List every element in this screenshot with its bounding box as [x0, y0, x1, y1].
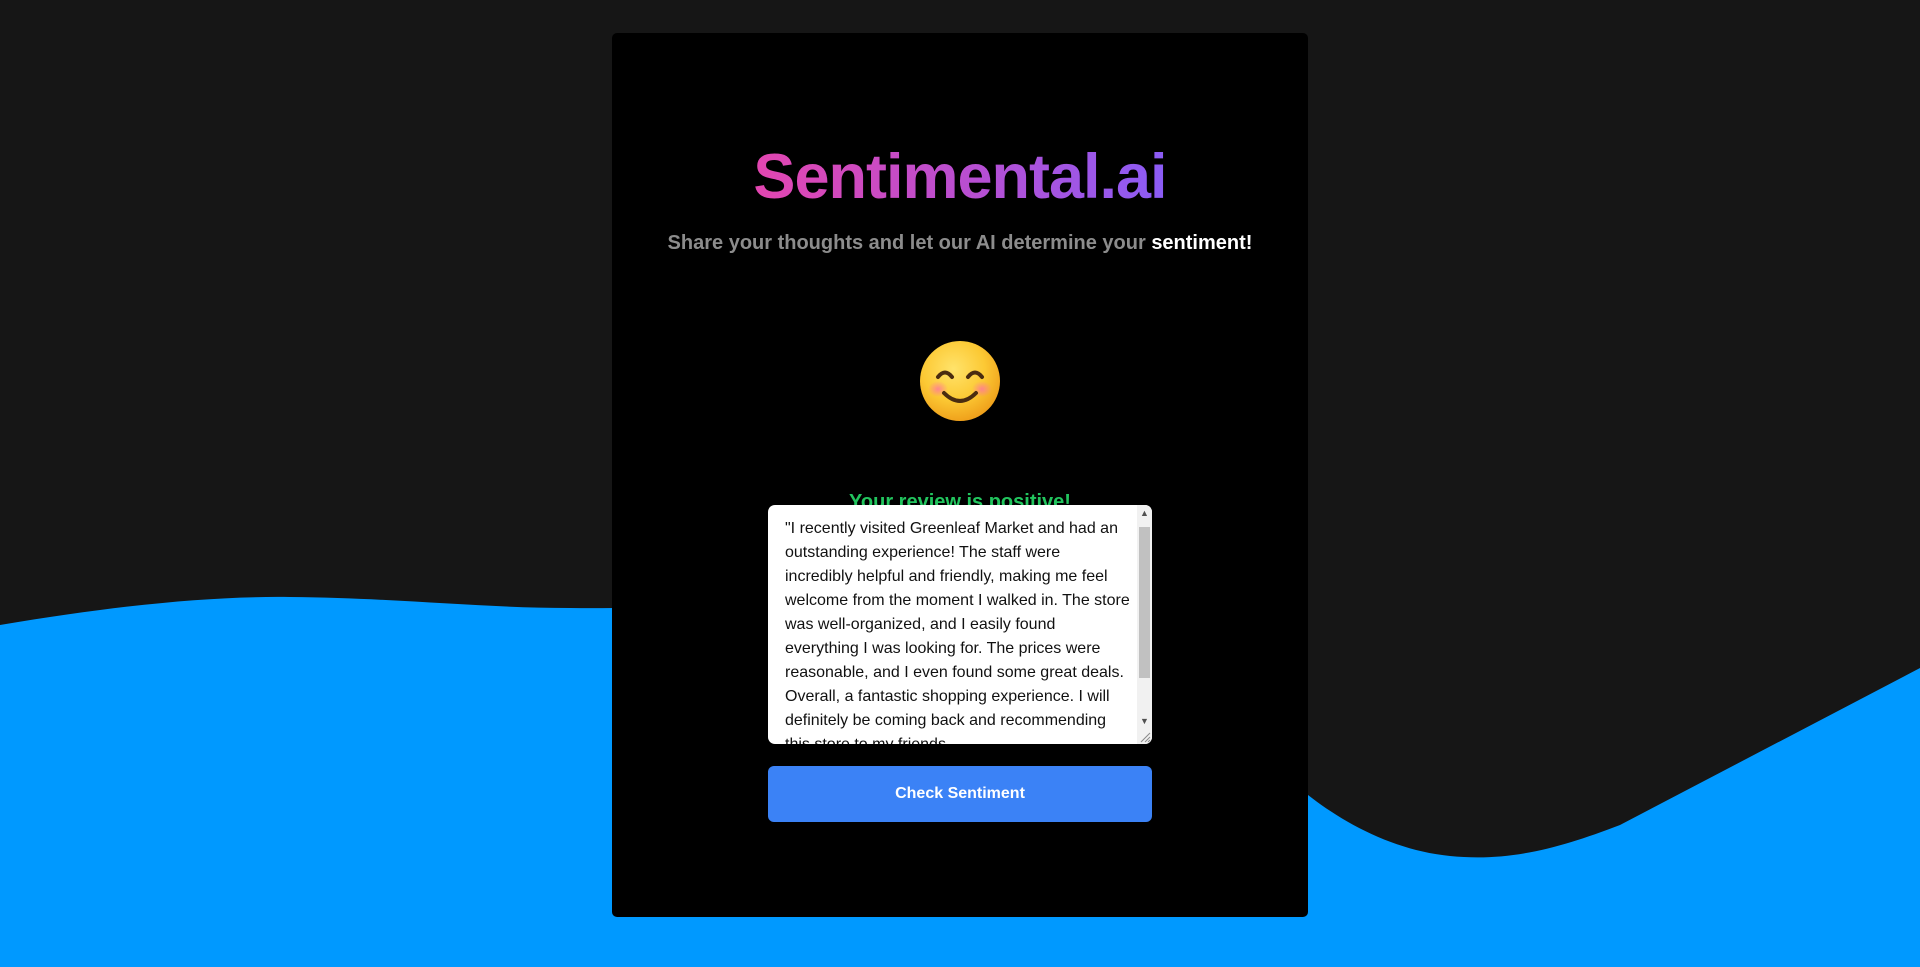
review-text[interactable]: "I recently visited Greenleaf Market and… [785, 517, 1130, 744]
scroll-up-arrow-icon[interactable]: ▲ [1137, 505, 1152, 522]
page: Sentimental.ai Share your thoughts and l… [0, 0, 1920, 967]
resize-handle-icon[interactable] [1139, 731, 1151, 743]
smiling-face-icon [920, 341, 1000, 421]
app-title: Sentimental.ai [753, 139, 1167, 215]
face [920, 341, 1000, 421]
subtitle-emphasis: sentiment! [1151, 232, 1253, 254]
subtitle-lead: Share your thoughts and let our AI deter… [667, 232, 1152, 254]
subtitle: Share your thoughts and let our AI deter… [612, 230, 1308, 256]
review-textarea[interactable]: "I recently visited Greenleaf Market and… [768, 505, 1152, 744]
scroll-thumb[interactable] [1139, 527, 1150, 678]
textarea-scrollbar[interactable]: ▲ ▼ [1137, 505, 1152, 744]
scroll-down-arrow-icon[interactable]: ▼ [1137, 713, 1152, 730]
sentiment-card: Sentimental.ai Share your thoughts and l… [612, 33, 1308, 917]
title-wrap: Sentimental.ai [612, 33, 1308, 215]
check-sentiment-button[interactable]: Check Sentiment [768, 766, 1152, 822]
